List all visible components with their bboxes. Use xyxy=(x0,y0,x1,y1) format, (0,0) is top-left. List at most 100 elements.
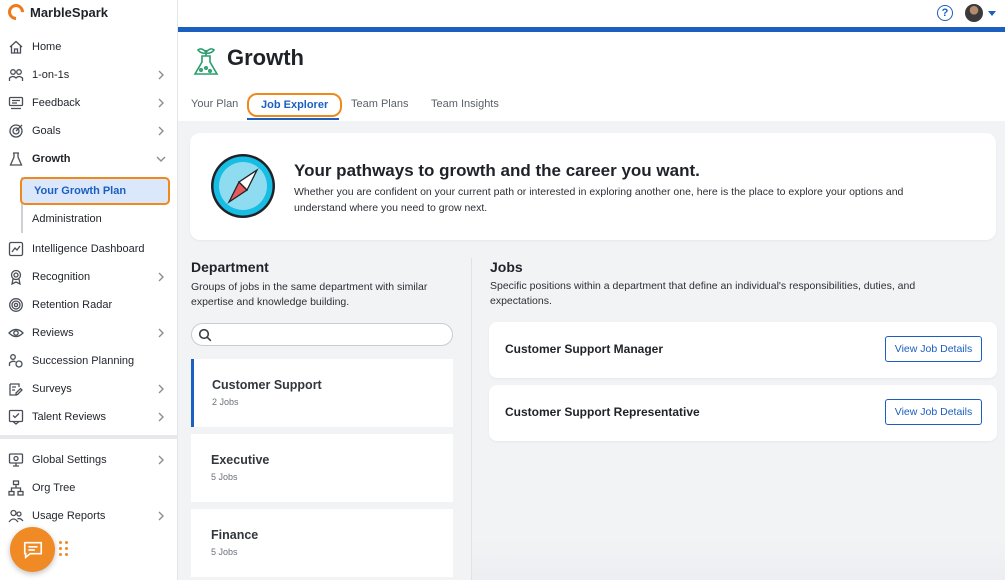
chevron-down-icon xyxy=(155,153,167,165)
sidebar-item-label: Feedback xyxy=(32,97,81,109)
sidebar-item-talent-reviews[interactable]: Talent Reviews xyxy=(0,403,178,431)
sidebar-item-label: Usage Reports xyxy=(32,510,106,522)
department-job-count: 5 Jobs xyxy=(211,547,238,557)
sidebar-item-label: Org Tree xyxy=(32,482,76,494)
avatar[interactable] xyxy=(965,4,983,22)
view-job-details-button[interactable]: View Job Details xyxy=(885,399,982,425)
feedback-icon xyxy=(7,94,25,112)
sidebar-item-label: Global Settings xyxy=(32,454,107,466)
sidebar-item-global-settings[interactable]: Global Settings xyxy=(0,446,178,474)
sidebar-item-home[interactable]: Home xyxy=(0,33,178,61)
bottom-fade xyxy=(472,540,1005,580)
sidebar-item-label: Retention Radar xyxy=(32,299,113,311)
sidebar-item-succession-planning[interactable]: Succession Planning xyxy=(0,347,178,375)
department-job-count: 2 Jobs xyxy=(212,397,239,407)
target-icon xyxy=(7,122,25,140)
department-job-count: 5 Jobs xyxy=(211,472,238,482)
sidebar-subitem-your-growth-plan[interactable]: Your Growth Plan xyxy=(20,177,170,205)
chevron-right-icon xyxy=(155,271,167,283)
department-card-finance[interactable]: Finance 5 Jobs xyxy=(191,509,453,577)
sidebar-divider xyxy=(0,435,178,439)
sidebar-item-label: Succession Planning xyxy=(32,355,135,367)
chat-button[interactable] xyxy=(10,527,55,572)
sidebar: MarbleSpark Home 1-on-1s Feedback Goals … xyxy=(0,0,178,580)
sidebar-item-usage-reports[interactable]: Usage Reports xyxy=(0,502,178,530)
sidebar-item-surveys[interactable]: Surveys xyxy=(0,375,178,403)
eye-icon xyxy=(7,324,25,342)
sidebar-item-goals[interactable]: Goals xyxy=(0,117,178,145)
tab-team-plans[interactable]: Team Plans xyxy=(351,98,408,110)
growth-flask-icon xyxy=(190,45,222,77)
tab-bar: Your Plan Job Explorer Team Plans Team I… xyxy=(178,92,1005,121)
tab-your-plan[interactable]: Your Plan xyxy=(191,98,238,110)
usage-icon xyxy=(7,507,25,525)
sidebar-item-retention-radar[interactable]: Retention Radar xyxy=(0,291,178,319)
page-title: Growth xyxy=(227,45,304,70)
chevron-right-icon xyxy=(155,97,167,109)
chevron-right-icon xyxy=(155,69,167,81)
chevron-right-icon xyxy=(155,454,167,466)
sidebar-item-label: Goals xyxy=(32,125,61,137)
department-description: Groups of jobs in the same department wi… xyxy=(191,281,428,308)
department-name: Customer Support xyxy=(212,378,322,392)
survey-icon xyxy=(7,380,25,398)
tab-job-explorer[interactable]: Job Explorer xyxy=(247,93,343,117)
home-icon xyxy=(7,38,25,56)
compass-icon xyxy=(209,152,277,220)
radar-icon xyxy=(7,296,25,314)
search-input[interactable] xyxy=(216,326,446,344)
search-icon xyxy=(198,328,212,342)
chevron-right-icon xyxy=(155,383,167,395)
award-icon xyxy=(7,268,25,286)
sidebar-item-label: Intelligence Dashboard xyxy=(32,243,145,255)
chevron-right-icon xyxy=(155,125,167,137)
chat-icon xyxy=(23,541,42,559)
view-job-details-button[interactable]: View Job Details xyxy=(885,336,982,362)
sidebar-item-intelligence-dashboard[interactable]: Intelligence Dashboard xyxy=(0,235,178,263)
department-name: Executive xyxy=(211,453,270,467)
sidebar-item-label: Recognition xyxy=(32,271,91,283)
succession-icon xyxy=(7,352,25,370)
sidebar-subitem-administration[interactable]: Administration xyxy=(20,205,170,233)
sidebar-item-1-on-1s[interactable]: 1-on-1s xyxy=(0,61,178,89)
marblespark-logo-icon xyxy=(4,0,28,24)
job-title: Customer Support Representative xyxy=(505,405,700,419)
sidebar-item-growth[interactable]: Growth xyxy=(0,145,178,173)
hero-text: Whether you are confident on your curren… xyxy=(294,186,904,214)
department-title: Department xyxy=(191,259,269,275)
sidebar-item-label: Home xyxy=(32,41,62,53)
growth-icon xyxy=(7,150,25,168)
brand-name: MarbleSpark xyxy=(30,4,109,20)
help-icon[interactable]: ? xyxy=(937,5,953,21)
department-search xyxy=(191,323,453,346)
department-card-customer-support[interactable]: Customer Support 2 Jobs xyxy=(191,359,453,427)
jobs-title: Jobs xyxy=(490,259,523,275)
sidebar-subitem-label: Your Growth Plan xyxy=(34,185,127,197)
sidebar-subitem-label: Administration xyxy=(32,213,102,225)
active-tab-underline xyxy=(247,118,339,120)
hero-card: Your pathways to growth and the career y… xyxy=(190,133,996,240)
job-title: Customer Support Manager xyxy=(505,342,664,356)
caret-down-icon[interactable] xyxy=(988,11,996,16)
sidebar-item-org-tree[interactable]: Org Tree xyxy=(0,474,178,502)
talent-icon xyxy=(7,408,25,426)
chevron-right-icon xyxy=(155,327,167,339)
drag-handle-icon[interactable] xyxy=(59,541,69,557)
sidebar-item-label: Reviews xyxy=(32,327,74,339)
people-icon xyxy=(7,66,25,84)
org-tree-icon xyxy=(7,479,25,497)
chevron-right-icon xyxy=(155,510,167,522)
department-card-executive[interactable]: Executive 5 Jobs xyxy=(191,434,453,502)
hero-title: Your pathways to growth and the career y… xyxy=(294,161,700,180)
sidebar-item-feedback[interactable]: Feedback xyxy=(0,89,178,117)
job-card-customer-support-manager: Customer Support Manager View Job Detail… xyxy=(489,322,997,378)
tab-team-insights[interactable]: Team Insights xyxy=(431,98,499,110)
sidebar-item-reviews[interactable]: Reviews xyxy=(0,319,178,347)
sidebar-item-recognition[interactable]: Recognition xyxy=(0,263,178,291)
top-bar: ? xyxy=(178,0,1005,27)
sidebar-item-label: Talent Reviews xyxy=(32,411,106,423)
job-card-customer-support-representative: Customer Support Representative View Job… xyxy=(489,385,997,441)
brand[interactable]: MarbleSpark xyxy=(0,0,177,24)
sidebar-item-label: Growth xyxy=(32,153,71,165)
chevron-right-icon xyxy=(155,411,167,423)
